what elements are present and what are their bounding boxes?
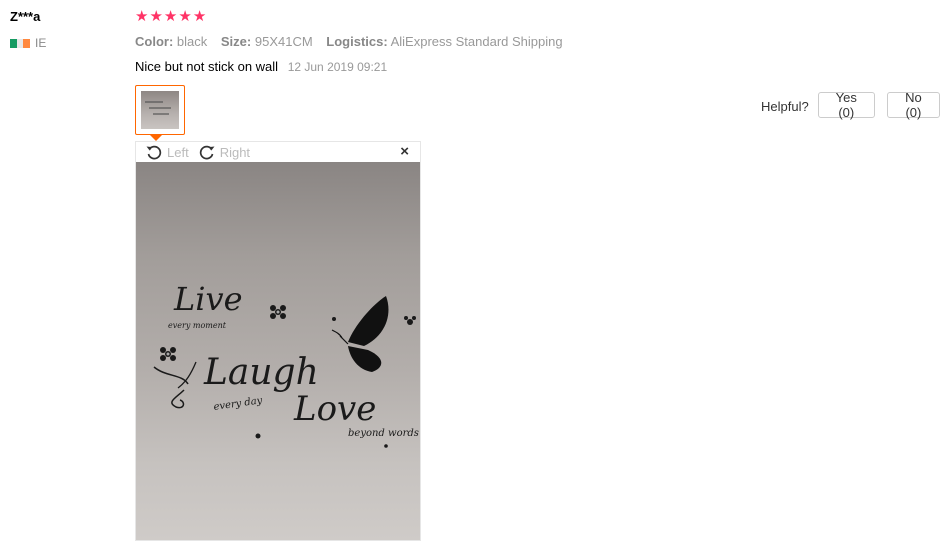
image-viewer: Left Right × Live every moment Laugh eve… (135, 141, 421, 541)
order-attributes: Color: black Size: 95X41CM Logistics: Al… (135, 34, 573, 49)
attr-logistics: Logistics: AliExpress Standard Shipping (326, 34, 563, 49)
ireland-flag-icon (10, 38, 31, 48)
decal-love-sub: beyond words (348, 428, 419, 439)
helpful-no-button[interactable]: No (0) (886, 90, 940, 120)
helpful-yes-button[interactable]: Yes (0) (817, 90, 875, 120)
review-photo-full: Live every moment Laugh every day Love b… (136, 162, 420, 540)
star-icon: ★ (149, 8, 163, 25)
butterfly-icon (331, 296, 389, 372)
rotate-right-button[interactable]: Right (199, 144, 250, 160)
review-date: 12 Jun 2019 09:21 (287, 60, 388, 74)
thumbnail-image (141, 91, 179, 129)
star-icon: ★ (178, 8, 192, 25)
decal-laugh-sub: every day (213, 395, 264, 413)
decal-live-sub: every moment (168, 321, 227, 330)
star-icon: ★ (192, 8, 207, 25)
vine-decoration (153, 366, 189, 385)
wall-decal-artwork: Live every moment Laugh every day Love b… (153, 280, 419, 448)
review-item: Z***a IE ★ ★ ★ ★ ★ Color: black Size: 95… (0, 0, 940, 548)
review-content: Nice but not stick on wall 12 Jun 2019 0… (135, 59, 387, 74)
decal-laugh: Laugh (203, 352, 319, 393)
flower-icon (270, 305, 286, 319)
rotate-right-icon (199, 145, 215, 160)
reviewer-name: Z***a (10, 9, 41, 24)
star-icon: ★ (163, 8, 178, 25)
rotate-left-button[interactable]: Left (146, 144, 189, 160)
star-icon: ★ (135, 8, 149, 25)
flower-icon (160, 347, 176, 361)
attr-size: Size: 95X41CM (220, 34, 313, 49)
attr-color: Color: black (135, 34, 208, 49)
country-code: IE (35, 36, 47, 50)
star-rating: ★ ★ ★ ★ ★ (135, 8, 206, 26)
rotate-left-icon (146, 145, 162, 160)
helpful-label: Helpful? (761, 98, 809, 114)
decal-love: Love (293, 389, 376, 429)
helpful-vote: Helpful? Yes (0) No (0) (761, 90, 940, 120)
decal-live: Live (173, 280, 243, 318)
review-photo-thumbnail[interactable] (135, 85, 185, 135)
viewer-toolbar: Left Right × (136, 142, 420, 162)
review-text: Nice but not stick on wall (135, 59, 279, 74)
close-viewer-button[interactable]: × (400, 143, 409, 161)
reviewer-country: IE (10, 36, 46, 50)
